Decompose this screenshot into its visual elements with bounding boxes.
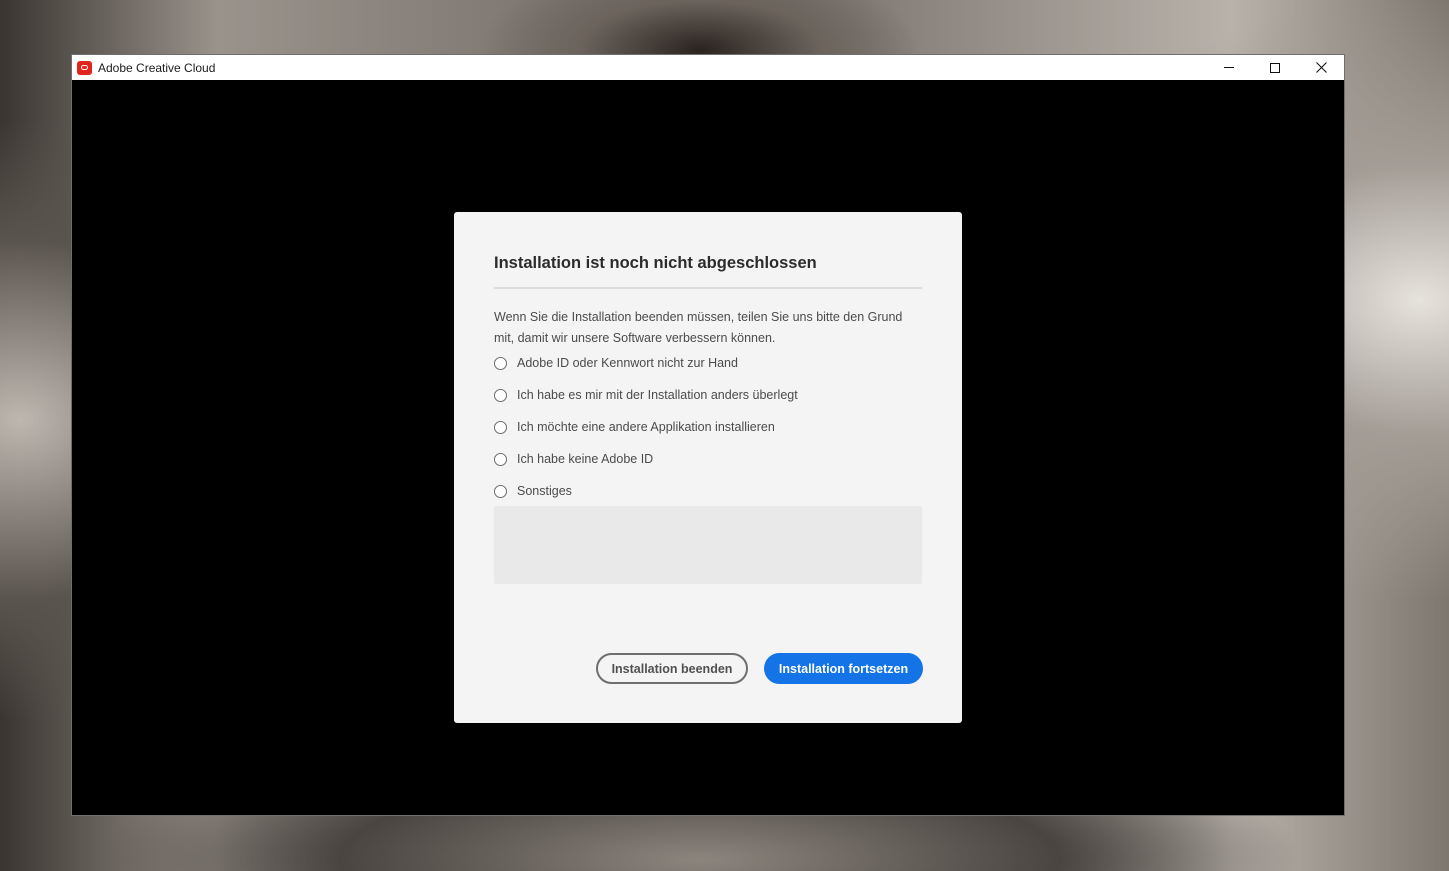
radio-button[interactable] [494,420,507,434]
radio-button[interactable] [494,356,507,370]
option-no-adobe-id[interactable]: Ich habe keine Adobe ID [494,449,653,469]
title-divider [494,287,922,289]
continue-installation-button[interactable]: Installation fortsetzen [764,653,923,684]
window-controls [1206,55,1344,80]
radio-button[interactable] [494,388,507,402]
minimize-button[interactable] [1206,55,1252,80]
option-label: Ich möchte eine andere Applikation insta… [517,420,775,434]
creative-cloud-icon [77,60,92,75]
dialog-description: Wenn Sie die Installation beenden müssen… [494,310,903,345]
option-changed-mind[interactable]: Ich habe es mir mit der Installation and… [494,385,798,405]
dialog-title: Installation ist noch nicht abgeschlosse… [494,254,817,272]
option-label: Sonstiges [517,484,572,498]
install-incomplete-dialog: Installation ist noch nicht abgeschlosse… [454,212,962,723]
option-label: Adobe ID oder Kennwort nicht zur Hand [517,356,738,370]
radio-button[interactable] [494,484,507,498]
maximize-icon [1270,62,1280,73]
close-button[interactable] [1298,55,1344,80]
option-other-application[interactable]: Ich möchte eine andere Applikation insta… [494,417,775,437]
option-label: Ich habe keine Adobe ID [517,452,654,466]
option-no-adobe-id-password[interactable]: Adobe ID oder Kennwort nicht zur Hand [494,353,738,373]
close-icon [1315,62,1327,73]
window-title: Adobe Creative Cloud [98,60,216,75]
feedback-textarea[interactable] [494,506,922,584]
quit-installation-button[interactable]: Installation beenden [596,653,748,684]
option-other[interactable]: Sonstiges [494,481,572,501]
option-label: Ich habe es mir mit der Installation and… [517,388,798,402]
title-bar[interactable]: Adobe Creative Cloud [72,55,1344,80]
maximize-button[interactable] [1252,55,1298,80]
radio-button[interactable] [494,452,507,466]
minimize-icon [1224,67,1234,68]
app-window: Adobe Creative Cloud Installation ist no… [72,55,1344,815]
